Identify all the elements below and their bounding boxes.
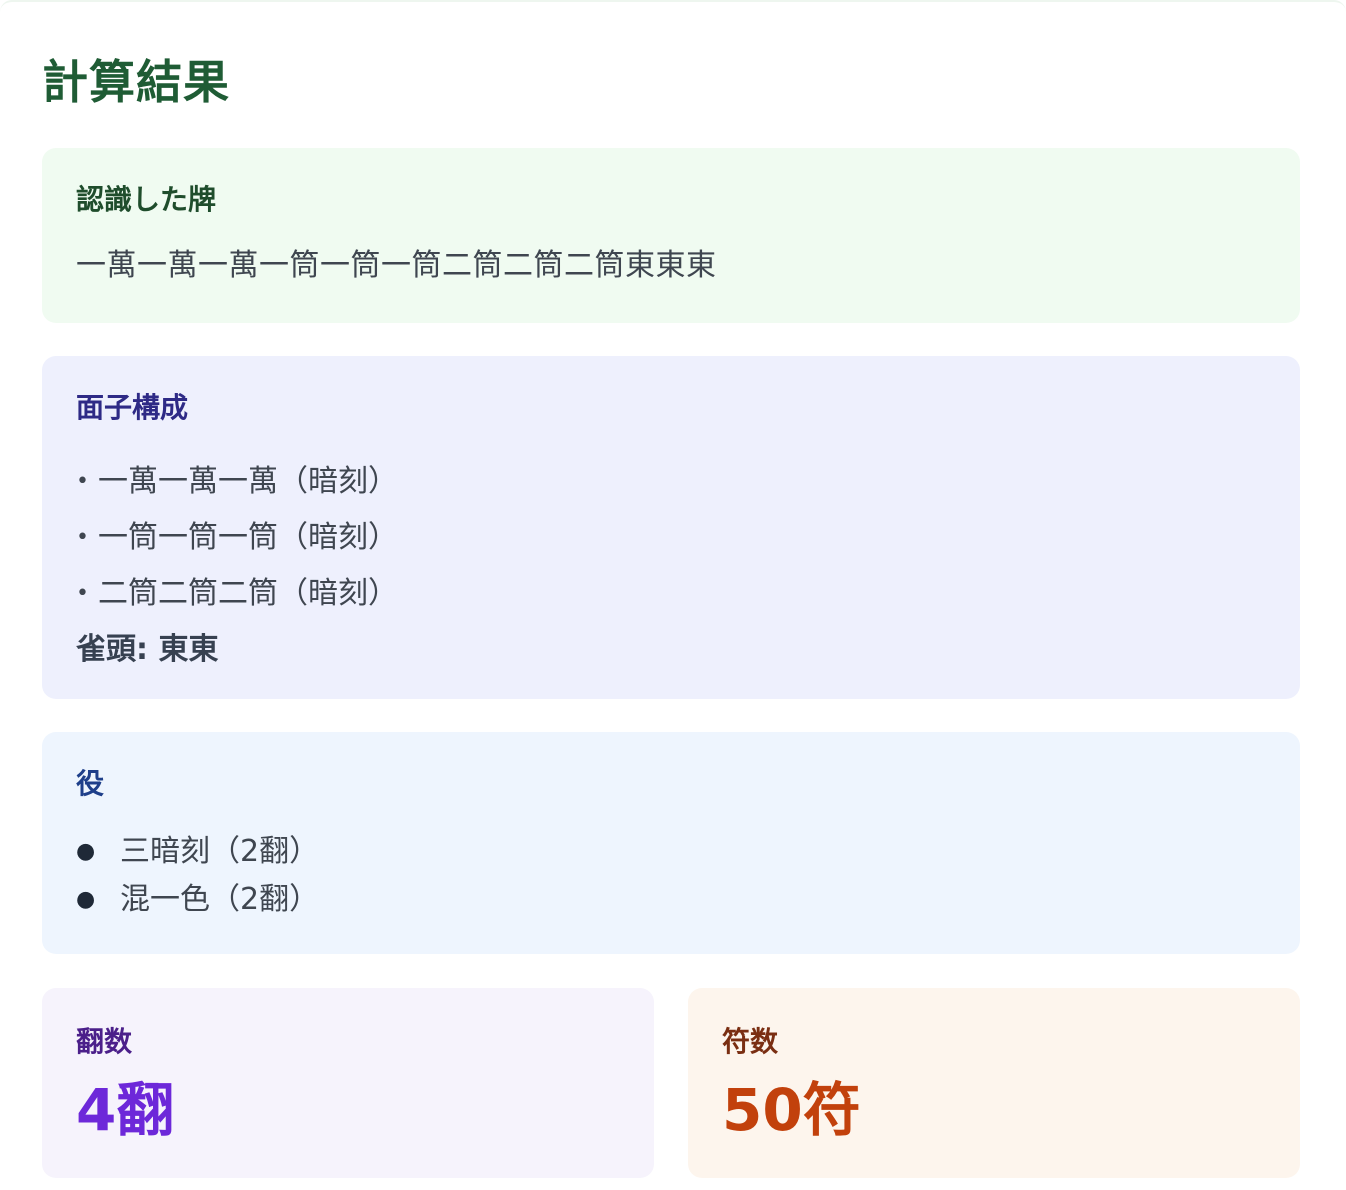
yaku-item: ● 混一色（2翻） (76, 876, 1266, 924)
recognized-tiles-heading: 認識した牌 (76, 183, 217, 216)
fu-card: 符数 50符 (688, 988, 1300, 1178)
yaku-text: 混一色（2翻） (120, 882, 320, 917)
meld-text: 一萬一萬一萬（暗刻） (98, 464, 398, 499)
bullet-icon: ● (76, 887, 96, 912)
yaku-text: 三暗刻（2翻） (120, 834, 320, 869)
meld-composition-heading: 面子構成 (76, 391, 189, 424)
han-card: 翻数 4翻 (42, 988, 654, 1178)
yaku-heading: 役 (76, 767, 105, 800)
bullet-icon: • (76, 469, 89, 494)
recognized-tiles-card: 認識した牌 一萬一萬一萬一筒一筒一筒二筒二筒二筒東東東 (42, 148, 1300, 323)
meld-item: • 一萬一萬一萬（暗刻） (76, 454, 1266, 510)
bullet-icon: • (76, 525, 89, 550)
pair-line: 雀頭: 東東 (76, 632, 219, 667)
meld-text: 二筒二筒二筒（暗刻） (98, 576, 398, 611)
meld-item: • 二筒二筒二筒（暗刻） (76, 566, 1266, 622)
yaku-item: ● 三暗刻（2翻） (76, 828, 1266, 876)
meld-text: 一筒一筒一筒（暗刻） (98, 520, 398, 555)
meld-list: • 一萬一萬一萬（暗刻） • 一筒一筒一筒（暗刻） • 二筒二筒二筒（暗刻） (76, 454, 1266, 622)
han-label: 翻数 (76, 1025, 133, 1058)
result-panel: 計算結果 認識した牌 一萬一萬一萬一筒一筒一筒二筒二筒二筒東東東 面子構成 • … (0, 0, 1346, 1190)
fu-value: 50符 (722, 1076, 861, 1144)
bullet-icon: ● (76, 839, 96, 864)
yaku-list: ● 三暗刻（2翻） ● 混一色（2翻） (76, 828, 1266, 924)
recognized-tiles-text: 一萬一萬一萬一筒一筒一筒二筒二筒二筒東東東 (76, 248, 717, 283)
meld-composition-card: 面子構成 • 一萬一萬一萬（暗刻） • 一筒一筒一筒（暗刻） • 二筒二筒二筒（… (42, 356, 1300, 699)
han-value: 4翻 (76, 1076, 175, 1144)
page-title: 計算結果 (42, 55, 230, 109)
bullet-icon: • (76, 581, 89, 606)
fu-label: 符数 (722, 1025, 779, 1058)
yaku-card: 役 ● 三暗刻（2翻） ● 混一色（2翻） (42, 732, 1300, 954)
meld-item: • 一筒一筒一筒（暗刻） (76, 510, 1266, 566)
